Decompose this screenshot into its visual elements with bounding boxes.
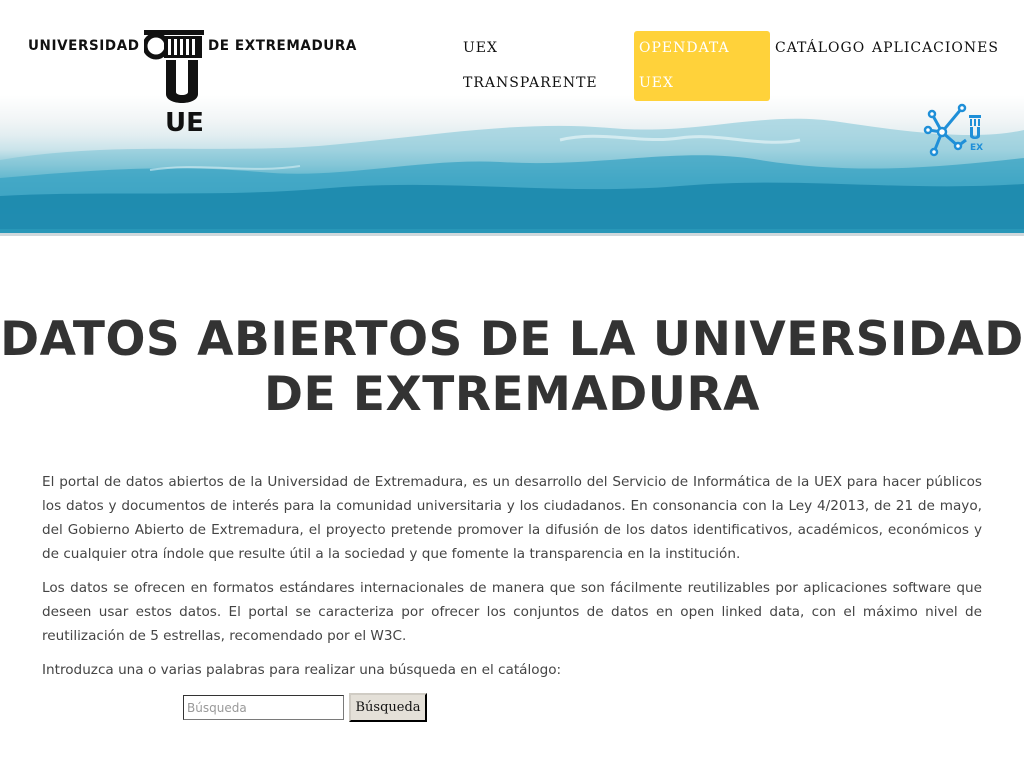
logo-left-text: UNIVERSIDAD <box>28 37 140 55</box>
nav-catalogo[interactable]: CATÁLOGO <box>775 31 865 66</box>
logo-right-text: DE EXTREMADURA <box>208 37 357 55</box>
search-prompt: Introduzca una o varias palabras para re… <box>42 662 562 678</box>
search-button[interactable]: Búsqueda <box>349 693 427 722</box>
intro-paragraph-1: El portal de datos abiertos de la Univer… <box>42 474 982 562</box>
logo-mark-text: UEX <box>165 108 204 132</box>
page-title: DATOS ABIERTOS DE LA UNIVERSIDAD DE EXTR… <box>0 312 1024 422</box>
site-header: UNIVERSIDAD UEX DE EXTREMADURA UEX TRANS… <box>0 0 1024 236</box>
badge-text: EX <box>970 143 983 153</box>
nav-uex-transparente[interactable]: UEX TRANSPARENTE <box>463 31 623 101</box>
nav-opendata-uex[interactable]: OPENDATA UEX <box>634 31 770 101</box>
nav-aplicaciones[interactable]: APLICACIONES <box>872 31 999 66</box>
uex-column-logo-icon: UEX <box>144 30 204 132</box>
intro-paragraph-2: Los datos se ofrecen en formatos estánda… <box>42 580 982 644</box>
intro-content: El portal de datos abiertos de la Univer… <box>42 470 982 692</box>
uex-logo[interactable]: UNIVERSIDAD UEX DE EXTREMADURA <box>28 30 356 132</box>
opendata-network-icon: EX <box>923 103 983 157</box>
search-input[interactable] <box>183 695 344 720</box>
